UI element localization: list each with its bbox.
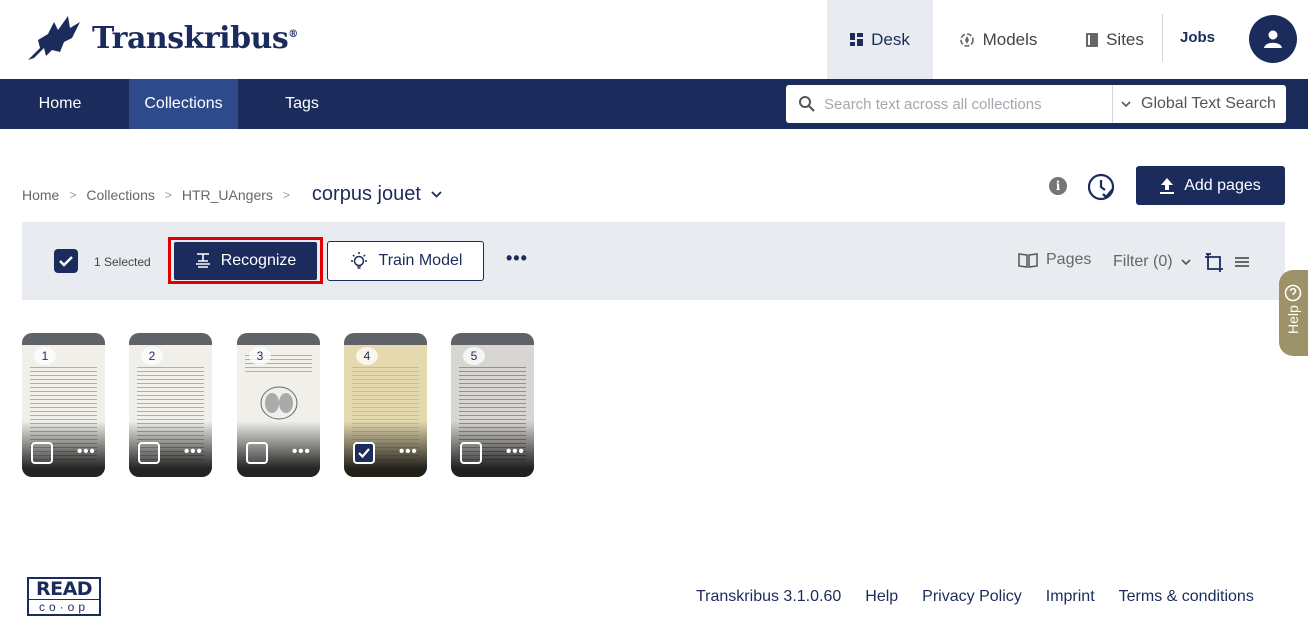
page-number: 4 [356, 347, 378, 365]
page-thumbnail[interactable]: 5 ••• [451, 333, 534, 477]
breadcrumb-current-document[interactable]: corpus jouet [312, 183, 442, 206]
page-select-checkbox[interactable] [460, 442, 482, 464]
document-title: corpus jouet [311, 183, 421, 205]
page-thumbnail[interactable]: 2 ••• [129, 333, 212, 477]
footer-link-imprint[interactable]: Imprint [1046, 588, 1095, 606]
navbar-item-tags[interactable]: Tags [268, 79, 336, 129]
nav-sites[interactable]: Sites [1075, 0, 1155, 79]
brand-name: Transkribus® [92, 20, 298, 56]
help-tab[interactable]: Help [1279, 270, 1308, 356]
navbar-item-collections[interactable]: Collections [129, 79, 238, 129]
search-divider [1112, 85, 1113, 123]
filter-label: Filter (0) [1113, 253, 1173, 270]
recognize-label: Recognize [220, 252, 297, 269]
chevron-down-icon [431, 191, 442, 198]
view-toggle-pages[interactable]: Pages [1018, 251, 1091, 269]
lightbulb-icon [350, 252, 367, 269]
filter-dropdown[interactable]: Filter (0) [1113, 253, 1191, 271]
nav-sites-label: Sites [1106, 29, 1144, 49]
list-view-icon[interactable] [1233, 253, 1253, 273]
search-icon [799, 96, 815, 112]
user-icon [1264, 30, 1282, 48]
transkribus-logo[interactable]: Transkribus® [24, 12, 298, 64]
search-scope-label: Global Text Search [1141, 95, 1276, 112]
more-actions-button[interactable]: ••• [506, 248, 528, 269]
breadcrumb-separator-icon: > [282, 187, 290, 202]
add-pages-button[interactable]: Add pages [1136, 166, 1285, 205]
page-number: 5 [463, 347, 485, 365]
nav-models[interactable]: Models [945, 0, 1051, 79]
page-number: 1 [34, 347, 56, 365]
selection-toolbar: 1 Selected Recognize Train Model ••• Pag… [22, 222, 1285, 300]
page-menu-button[interactable]: ••• [77, 443, 96, 460]
models-icon [959, 32, 974, 47]
pegasus-logo-icon [28, 16, 80, 60]
footer-link-help[interactable]: Help [865, 588, 898, 606]
page-menu-button[interactable]: ••• [292, 443, 311, 460]
chevron-down-icon [1121, 100, 1131, 107]
search-scope-select[interactable]: Global Text Search [1121, 95, 1276, 113]
selected-count: 1 Selected [94, 255, 151, 269]
recognize-button[interactable]: Recognize [174, 242, 317, 280]
page-thumbnail[interactable]: 3 ••• [237, 333, 320, 477]
illustration-figure [260, 386, 298, 420]
footer-link-terms[interactable]: Terms & conditions [1119, 588, 1254, 606]
page-number: 3 [249, 347, 271, 365]
global-search: Global Text Search [786, 85, 1286, 123]
page-select-checkbox[interactable] [246, 442, 268, 464]
check-icon [358, 448, 370, 459]
check-icon [59, 256, 73, 267]
text-recognition-icon [195, 253, 210, 268]
help-label: Help [1285, 305, 1301, 334]
user-avatar[interactable] [1249, 15, 1297, 63]
nav-desk-label: Desk [871, 29, 910, 49]
add-pages-label: Add pages [1184, 176, 1261, 194]
nav-desk[interactable]: Desk [827, 0, 933, 79]
help-circle-icon [1284, 284, 1302, 302]
select-all-checkbox[interactable] [54, 249, 78, 273]
breadcrumb-collection[interactable]: HTR_UAngers [182, 187, 273, 203]
breadcrumb-separator-icon: > [69, 187, 77, 202]
info-icon[interactable]: i [1049, 177, 1067, 195]
nav-models-label: Models [982, 29, 1038, 49]
page-select-checkbox[interactable] [353, 442, 375, 464]
chevron-down-icon [1180, 258, 1191, 265]
page-menu-button[interactable]: ••• [399, 443, 418, 460]
footer-links: Transkribus 3.1.0.60 Help Privacy Policy… [696, 588, 1278, 606]
page-thumbnail[interactable]: 1 ••• [22, 333, 105, 477]
jobs-link[interactable]: Jobs [1180, 29, 1215, 46]
history-icon[interactable] [1086, 172, 1116, 202]
search-input[interactable] [824, 95, 1112, 113]
footer-version: Transkribus 3.1.0.60 [696, 588, 842, 605]
crop-select-icon[interactable] [1204, 253, 1224, 273]
read-logo-bottom: co·op [29, 599, 99, 614]
book-icon [1018, 253, 1038, 268]
breadcrumb-separator-icon: > [164, 187, 172, 202]
page-number: 2 [141, 347, 163, 365]
dashboard-icon [850, 33, 864, 46]
page-select-checkbox[interactable] [138, 442, 160, 464]
header-divider [1162, 14, 1163, 62]
breadcrumb: Home > Collections > HTR_UAngers > corpu… [22, 183, 442, 206]
read-logo-top: READ [35, 578, 93, 600]
page-thumbnail[interactable]: 4 ••• [344, 333, 427, 477]
view-label: Pages [1046, 251, 1092, 268]
footer-link-privacy[interactable]: Privacy Policy [922, 588, 1022, 606]
page-select-checkbox[interactable] [31, 442, 53, 464]
navbar-item-home[interactable]: Home [22, 79, 98, 129]
train-model-button[interactable]: Train Model [327, 241, 484, 281]
sites-icon [1086, 32, 1099, 47]
train-model-label: Train Model [378, 252, 463, 269]
upload-icon [1160, 177, 1175, 194]
breadcrumb-home[interactable]: Home [22, 187, 59, 203]
page-menu-button[interactable]: ••• [506, 443, 525, 460]
breadcrumb-collections[interactable]: Collections [86, 187, 154, 203]
read-coop-logo[interactable]: READ co·op [27, 577, 101, 616]
page-menu-button[interactable]: ••• [184, 443, 203, 460]
